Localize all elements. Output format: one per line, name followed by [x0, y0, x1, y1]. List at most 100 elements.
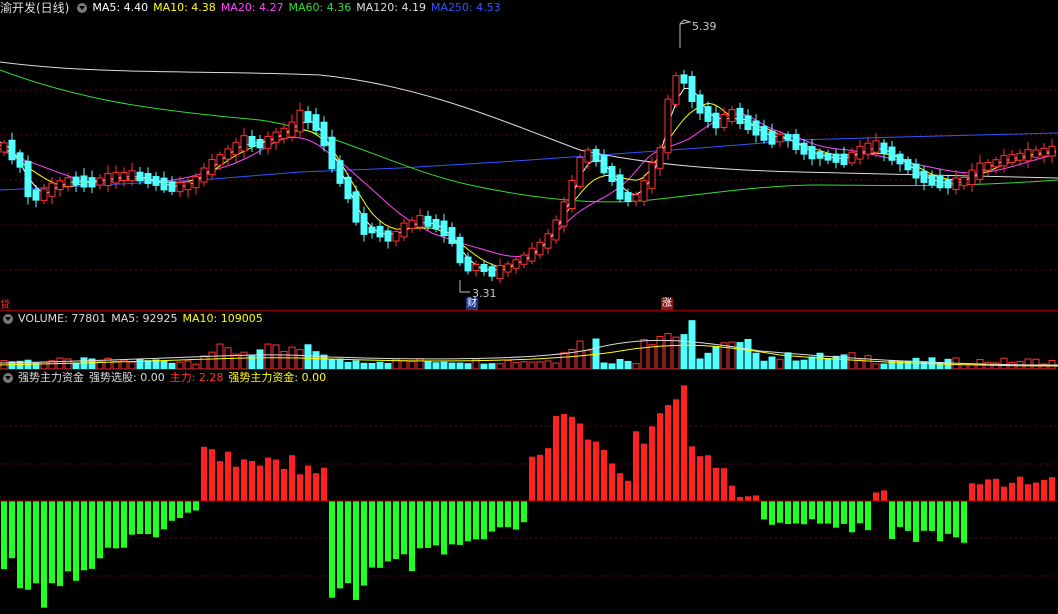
- fund-bar-positive: [713, 467, 719, 501]
- volume-bar: [656, 336, 664, 369]
- fund-bar-negative: [401, 501, 407, 555]
- vol-ma5-label: MA5: 92925: [111, 312, 178, 325]
- fund-bar-negative: [353, 501, 359, 600]
- volume-bar: [704, 352, 712, 369]
- volume-bar: [64, 358, 72, 369]
- fund-bar-positive: [273, 459, 279, 501]
- left-marker: 贷: [0, 300, 10, 311]
- volume-bar: [144, 360, 152, 369]
- fund-bar-positive: [1009, 482, 1015, 501]
- fund-chart[interactable]: [0, 370, 1058, 614]
- candle-body: [688, 76, 696, 102]
- fund-bar-negative: [433, 501, 439, 546]
- candle-body: [1032, 149, 1040, 158]
- candle-body: [184, 181, 192, 191]
- ma5-label: MA5: 4.40: [92, 1, 149, 14]
- fund-bar-positive: [729, 485, 735, 501]
- candle-body: [592, 148, 600, 163]
- fund-bar-negative: [73, 501, 79, 581]
- candle-body: [720, 114, 728, 128]
- volume-bar: [264, 343, 272, 369]
- candle-body: [880, 142, 888, 155]
- fund-bar-positive: [537, 454, 543, 501]
- fund-bar-positive: [753, 495, 759, 501]
- volume-panel[interactable]: VOLUME: 77801 MA5: 92925 MA10: 109005: [0, 311, 1058, 369]
- candle-body: [872, 140, 880, 153]
- fund-bar-positive: [553, 415, 559, 501]
- volume-bar: [1032, 358, 1040, 369]
- fund-bar-negative: [849, 501, 855, 533]
- candle-body: [992, 159, 1000, 168]
- fund-bar-negative: [337, 501, 343, 589]
- dropdown-icon[interactable]: [3, 373, 13, 383]
- fund-bar-negative: [769, 501, 775, 525]
- candle-body: [808, 146, 816, 160]
- fund-bar-negative: [457, 501, 463, 545]
- candle-body: [144, 173, 152, 184]
- candle-body: [288, 121, 296, 138]
- volume-bar: [672, 336, 680, 369]
- candle-body: [16, 152, 24, 168]
- candle-body: [856, 145, 864, 160]
- candle-body: [640, 180, 648, 202]
- fund-bar-positive: [241, 459, 247, 501]
- rise-marker[interactable]: 涨: [661, 298, 673, 310]
- candle-body: [624, 191, 632, 203]
- fund-bar-negative: [113, 501, 119, 549]
- candle-body: [504, 263, 512, 273]
- candle-body: [752, 120, 760, 136]
- volume-bar: [176, 361, 184, 369]
- fund-bar-positive: [561, 413, 567, 501]
- fund-bar-negative: [25, 501, 31, 590]
- strong-fund-label: 强势主力资金: 0.00: [228, 371, 327, 384]
- fund-bar-positive: [217, 461, 223, 501]
- fund-bar-negative: [953, 501, 959, 538]
- dropdown-icon[interactable]: [77, 3, 88, 13]
- volume-bar: [664, 332, 672, 369]
- fund-bar-negative: [49, 501, 55, 584]
- fund-bar-positive: [1025, 484, 1031, 501]
- fund-bar-negative: [793, 501, 799, 524]
- price-panel[interactable]: 渝开发(日线) MA5: 4.40 MA10: 4.38 MA20: 4.27 …: [0, 0, 1058, 311]
- candle-body: [488, 266, 496, 277]
- candle-body: [800, 142, 808, 155]
- volume-bar: [1000, 357, 1008, 369]
- candle-body: [400, 222, 408, 238]
- volume-bar: [864, 355, 872, 369]
- candle-body: [1040, 147, 1048, 157]
- fund-bar-positive: [1033, 482, 1039, 501]
- volume-bar: [544, 360, 552, 369]
- volume-bar: [824, 358, 832, 369]
- price-chart[interactable]: [0, 0, 1058, 310]
- candle-body: [56, 180, 64, 190]
- candle-body: [432, 218, 440, 230]
- candle-body: [912, 163, 920, 179]
- fund-bar-negative: [329, 501, 335, 598]
- fund-bar-negative: [377, 501, 383, 568]
- financial-marker[interactable]: 财: [466, 298, 478, 310]
- fund-bar-positive: [321, 467, 327, 501]
- fund-panel[interactable]: 强势主力资金 强势选股: 0.00 主力: 2.28 强势主力资金: 0.00: [0, 370, 1058, 614]
- candle-body: [528, 247, 536, 262]
- fund-bar-positive: [225, 451, 231, 501]
- candle-body: [280, 127, 288, 139]
- fund-bar-negative: [817, 501, 823, 524]
- fund-bar-negative: [105, 501, 111, 548]
- fund-bar-negative: [57, 501, 63, 587]
- fund-bar-negative: [865, 501, 871, 531]
- fund-bar-positive: [881, 490, 887, 501]
- fund-bar-negative: [929, 501, 935, 531]
- candle-body: [480, 263, 488, 273]
- volume-bar: [344, 361, 352, 369]
- fund-bar-negative: [153, 501, 159, 538]
- dropdown-icon[interactable]: [3, 314, 13, 324]
- candle-body: [864, 142, 872, 155]
- volume-bar: [200, 355, 208, 369]
- candle-body: [832, 153, 840, 163]
- candle-body: [0, 142, 8, 153]
- fund-bar-positive: [737, 496, 743, 501]
- volume-bar: [160, 361, 168, 369]
- volume-bar: [376, 361, 384, 369]
- volume-bar: [584, 349, 592, 369]
- fund-bar-positive: [257, 465, 263, 501]
